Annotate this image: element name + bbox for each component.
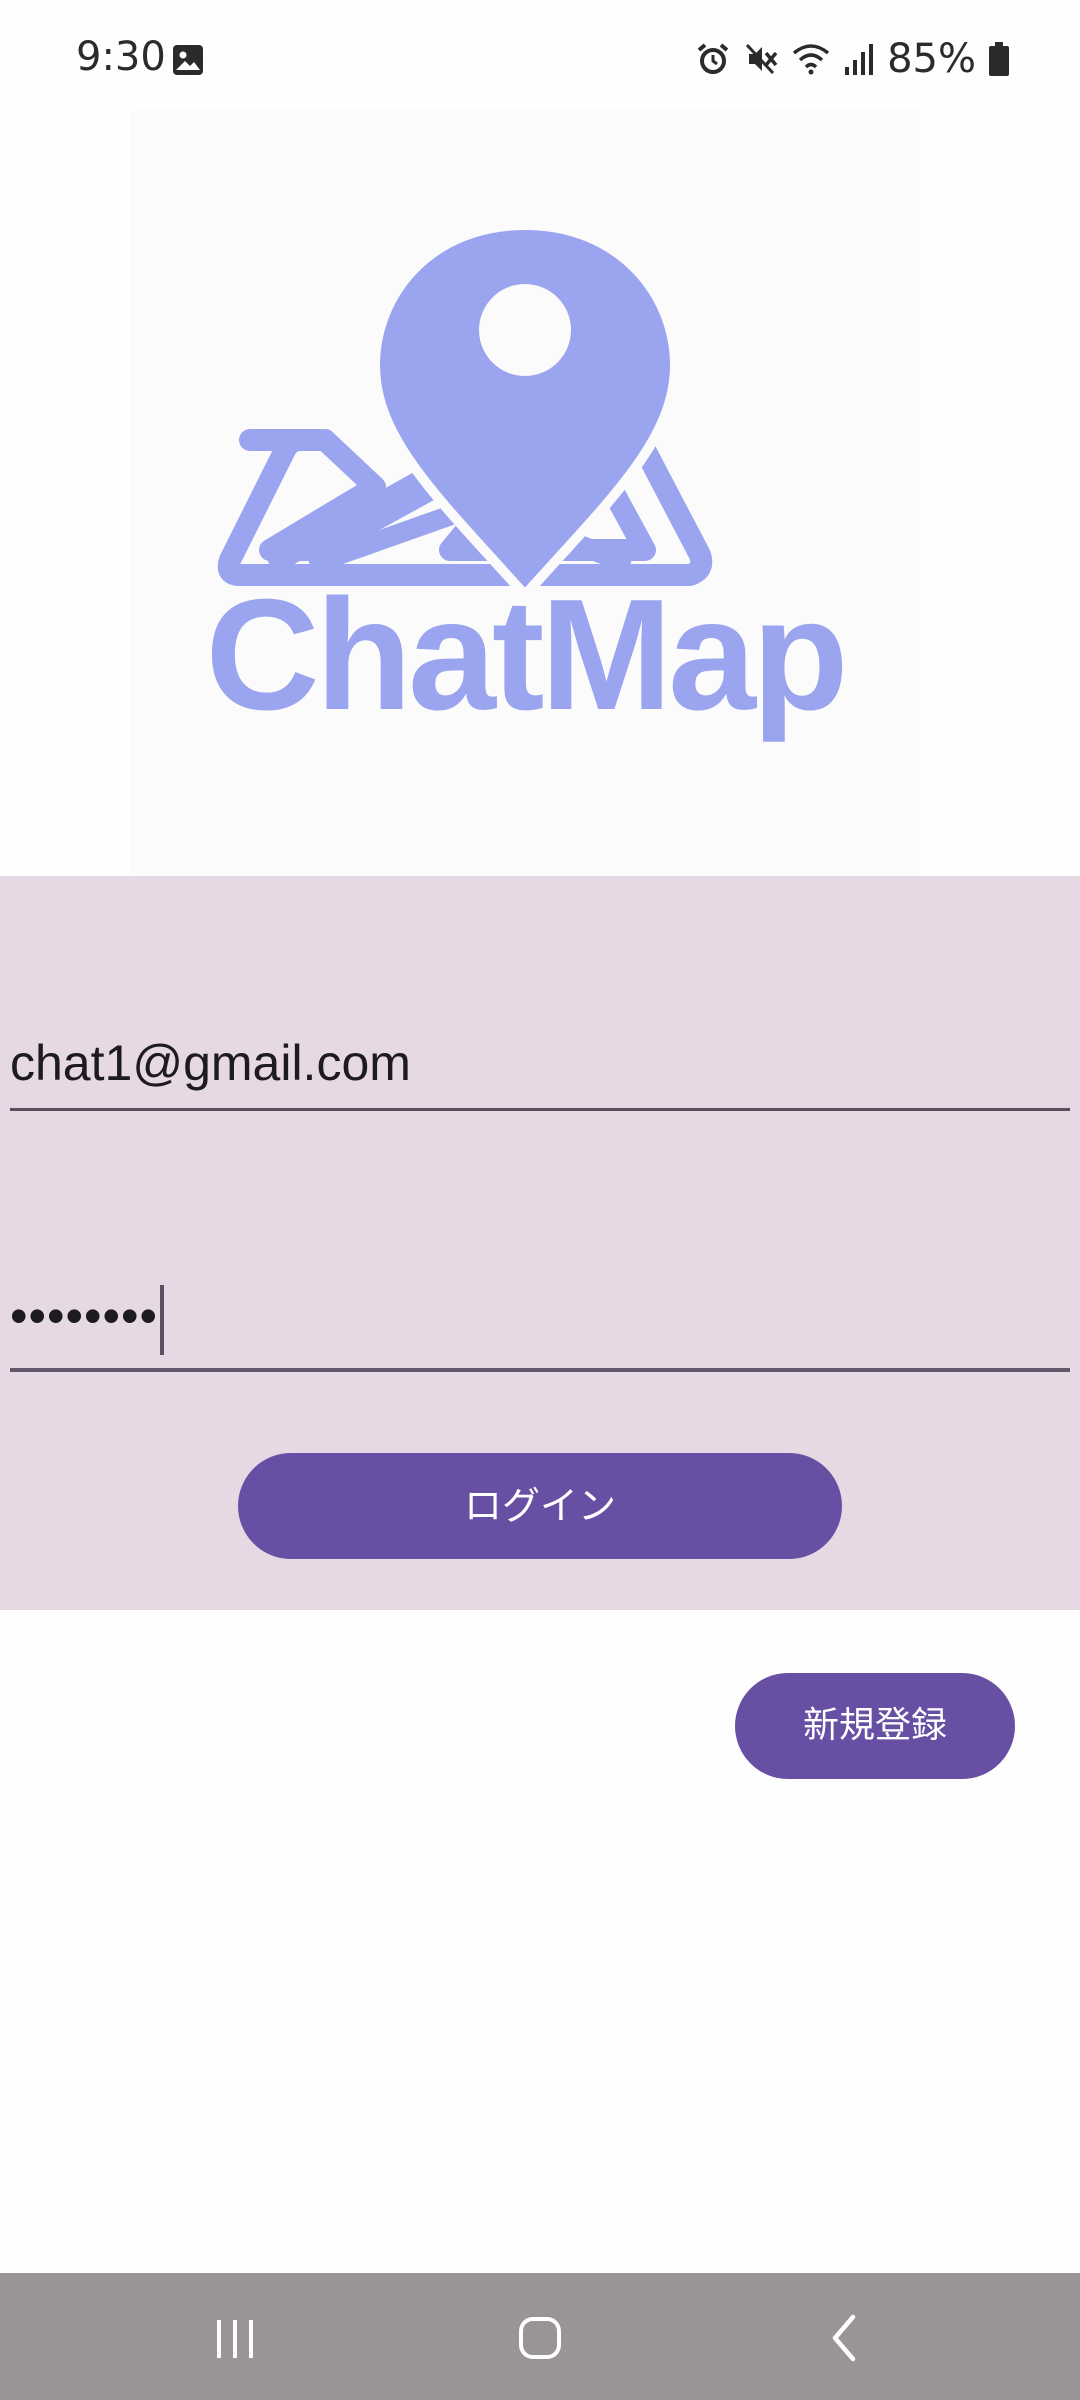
email-input[interactable]: chat1@gmail.com — [10, 1018, 411, 1108]
status-time: 9:30 — [76, 34, 166, 80]
image-icon — [172, 44, 204, 76]
app-logo: ChatMap — [130, 110, 920, 875]
signal-icon — [843, 41, 875, 77]
mute-icon — [743, 41, 779, 77]
password-field[interactable]: •••••••• — [10, 1268, 1070, 1372]
login-form: chat1@gmail.com •••••••• ログイン — [0, 876, 1080, 1610]
login-button[interactable]: ログイン — [238, 1453, 842, 1559]
status-icons: 85% — [695, 34, 1010, 84]
status-bar: 9:30 85% — [0, 0, 1080, 110]
logo-text: ChatMap — [205, 567, 848, 743]
battery-percent: 85% — [887, 36, 976, 82]
register-button[interactable]: 新規登録 — [735, 1673, 1015, 1779]
wifi-icon — [791, 41, 831, 77]
map-pin-icon — [217, 219, 713, 603]
text-cursor — [160, 1284, 165, 1355]
email-field[interactable]: chat1@gmail.com — [10, 1018, 1070, 1111]
battery-icon — [988, 41, 1010, 77]
system-nav-bar — [0, 2273, 1080, 2400]
password-mask: •••••••• — [10, 1288, 159, 1344]
alarm-icon — [695, 41, 731, 77]
password-input[interactable]: •••••••• — [10, 1276, 165, 1356]
login-screen: 9:30 85% ChatMap chat1@gmail.com •••••••… — [0, 0, 1080, 2400]
back-icon[interactable] — [805, 2303, 885, 2373]
recent-apps-icon[interactable] — [195, 2303, 275, 2373]
home-icon[interactable] — [500, 2303, 580, 2373]
